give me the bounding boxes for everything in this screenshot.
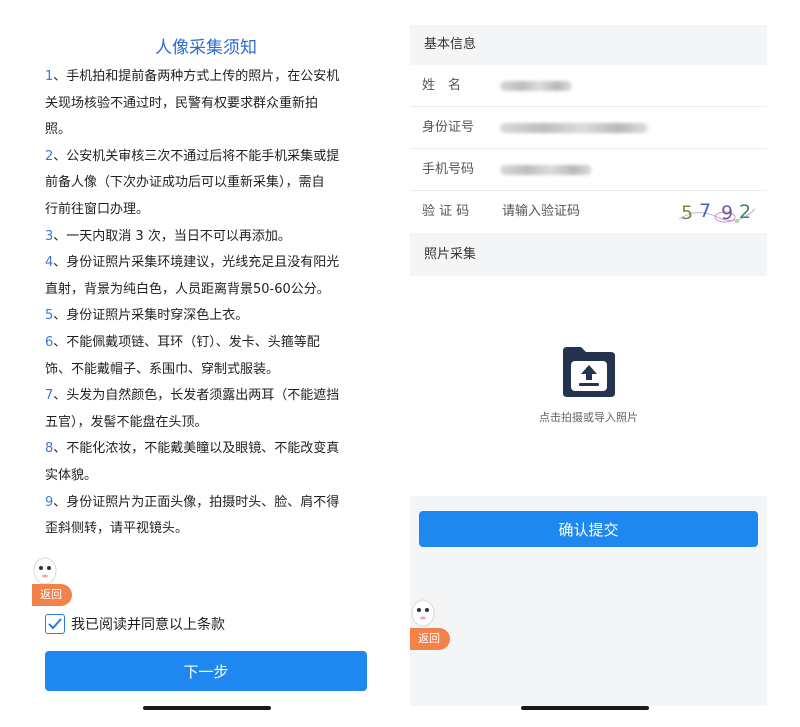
section-basic-info: 基本信息 xyxy=(410,25,767,65)
notice-title: 人像采集须知 xyxy=(155,38,257,58)
rule-line: 5、身份证照片采集时穿深色上衣。 xyxy=(45,303,373,330)
rule-text: 、手机拍和提前备两种方式上传的照片，在公安机 xyxy=(53,69,340,84)
rule-text: 、身份证照片采集环境建议，光线充足且没有阳光 xyxy=(53,255,340,271)
rule-text: 直射，背景为纯白色，人员距离背景50-60公分。 xyxy=(45,281,330,297)
back-label: 返回 xyxy=(32,584,72,606)
captcha-digit-2: 7 xyxy=(699,200,711,222)
rule-text: 歪斜侧转，请平视镜头。 xyxy=(45,521,189,537)
captcha-digit-3: 9 xyxy=(721,202,733,224)
rule-text: 、身份证照片采集时穿深色上衣。 xyxy=(53,308,249,324)
rule-line: 照。 xyxy=(45,117,373,144)
rule-line: 8、不能化浓妆，不能戴美瞳以及眼镜、不能改变真 xyxy=(45,436,373,463)
rule-text: 、不能化浓妆，不能戴美瞳以及眼镜、不能改变真 xyxy=(53,441,340,457)
rule-line: 关现场核验不通过时，民警有权要求群众重新拍 xyxy=(45,91,373,118)
captcha-input[interactable]: 请输入验证码 xyxy=(502,191,580,233)
captcha-row: 验 证 码 请输入验证码 5 7 9 2 xyxy=(410,191,767,233)
section-photo: 照片采集 xyxy=(410,233,767,276)
home-indicator-right xyxy=(521,706,649,710)
rule-line: 直射，背景为纯白色，人员距离背景50-60公分。 xyxy=(45,277,373,304)
captcha-digit-4: 2 xyxy=(739,201,751,223)
rule-line: 4、身份证照片采集环境建议，光线充足且没有阳光 xyxy=(45,250,373,277)
rule-text: 五官），发髻不能盘在头顶。 xyxy=(45,414,208,430)
rule-text: 行前往窗口办理。 xyxy=(45,201,150,217)
phone-row[interactable]: 手机号码 xyxy=(410,149,767,191)
name-label: 姓 名 xyxy=(422,78,462,93)
rule-line: 2、公安机关审核三次不通过后将不能手机采集或提 xyxy=(45,144,373,171)
confirm-submit-button[interactable]: 确认提交 xyxy=(419,511,758,547)
rule-line: 7、头发为自然颜色，长发者须露出两耳（不能遮挡 xyxy=(45,383,373,410)
form-panel: 基本信息 姓 名 身份证号 手机号码 验 证 码 请输入验证码 5 7 9 2 … xyxy=(410,0,767,727)
agree-terms-row[interactable]: 我已阅读并同意以上条款 xyxy=(45,614,225,634)
captcha-label: 验 证 码 xyxy=(422,204,470,219)
name-value-redacted xyxy=(500,81,572,91)
rule-text: 前备人像（下次办证成功后可以重新采集），需自 xyxy=(45,175,325,191)
rule-text: 、不能佩戴项链、耳环（钉）、发卡、头箍等配 xyxy=(53,334,320,350)
rule-text: 饰、不能戴帽子、系围巾、穿制式服装。 xyxy=(45,361,280,377)
id-number-value-redacted xyxy=(500,123,648,133)
folder-upload-icon xyxy=(563,347,615,397)
rule-line: 6、不能佩戴项链、耳环（钉）、发卡、头箍等配 xyxy=(45,330,373,357)
rule-line: 饰、不能戴帽子、系围巾、穿制式服装。 xyxy=(45,357,373,384)
rule-text: 实体貌。 xyxy=(45,467,98,483)
rule-line: 实体貌。 xyxy=(45,463,373,490)
rule-line: 歪斜侧转，请平视镜头。 xyxy=(45,516,373,543)
mascot-icon xyxy=(33,557,57,585)
phone-label: 手机号码 xyxy=(422,162,475,177)
back-label-right: 返回 xyxy=(410,628,450,650)
agree-checkbox[interactable] xyxy=(45,614,65,634)
rule-text: 、头发为自然颜色，长发者须露出两耳（不能遮挡 xyxy=(53,388,340,404)
captcha-digit-1: 5 xyxy=(681,202,693,224)
phone-value-redacted xyxy=(500,165,592,175)
agree-label: 我已阅读并同意以上条款 xyxy=(71,617,225,633)
id-number-label: 身份证号 xyxy=(422,120,475,135)
rules-list: 1、手机拍和提前备两种方式上传的照片，在公安机关现场核验不通过时，民警有权要求群… xyxy=(45,64,373,543)
home-indicator xyxy=(143,706,271,710)
rule-line: 3、一天内取消 3 次，当日不可以再添加。 xyxy=(45,224,373,251)
upload-hint: 点击拍摄或导入照片 xyxy=(539,411,638,424)
next-step-button[interactable]: 下一步 xyxy=(45,651,367,691)
name-row[interactable]: 姓 名 xyxy=(410,65,767,107)
mascot-icon xyxy=(411,599,435,627)
id-number-row[interactable]: 身份证号 xyxy=(410,107,767,149)
photo-upload-area[interactable]: 点击拍摄或导入照片 xyxy=(410,276,767,496)
back-float-button[interactable]: 返回 xyxy=(32,556,92,616)
rule-text: 、身份证照片为正面头像，拍摄时头、脸、肩不得 xyxy=(53,494,340,510)
captcha-image[interactable]: 5 7 9 2 xyxy=(677,199,757,225)
check-icon xyxy=(48,618,62,630)
back-float-button-right[interactable]: 返回 xyxy=(410,598,470,658)
rule-text: 关现场核验不通过时，民警有权要求群众重新拍 xyxy=(45,95,319,111)
rule-line: 行前往窗口办理。 xyxy=(45,197,373,224)
rule-line: 9、身份证照片为正面头像，拍摄时头、脸、肩不得 xyxy=(45,490,373,517)
rule-text: 、一天内取消 3 次，当日不可以再添加。 xyxy=(53,228,291,244)
rule-line: 五官），发髻不能盘在头顶。 xyxy=(45,410,373,437)
rule-line: 前备人像（下次办证成功后可以重新采集），需自 xyxy=(45,170,373,197)
rule-line: 1、手机拍和提前备两种方式上传的照片，在公安机 xyxy=(45,64,373,91)
rule-text: 照。 xyxy=(45,122,72,138)
rule-text: 、公安机关审核三次不通过后将不能手机采集或提 xyxy=(53,148,340,164)
notice-panel: 人像采集须知 1、手机拍和提前备两种方式上传的照片，在公安机关现场核验不通过时，… xyxy=(0,0,400,727)
